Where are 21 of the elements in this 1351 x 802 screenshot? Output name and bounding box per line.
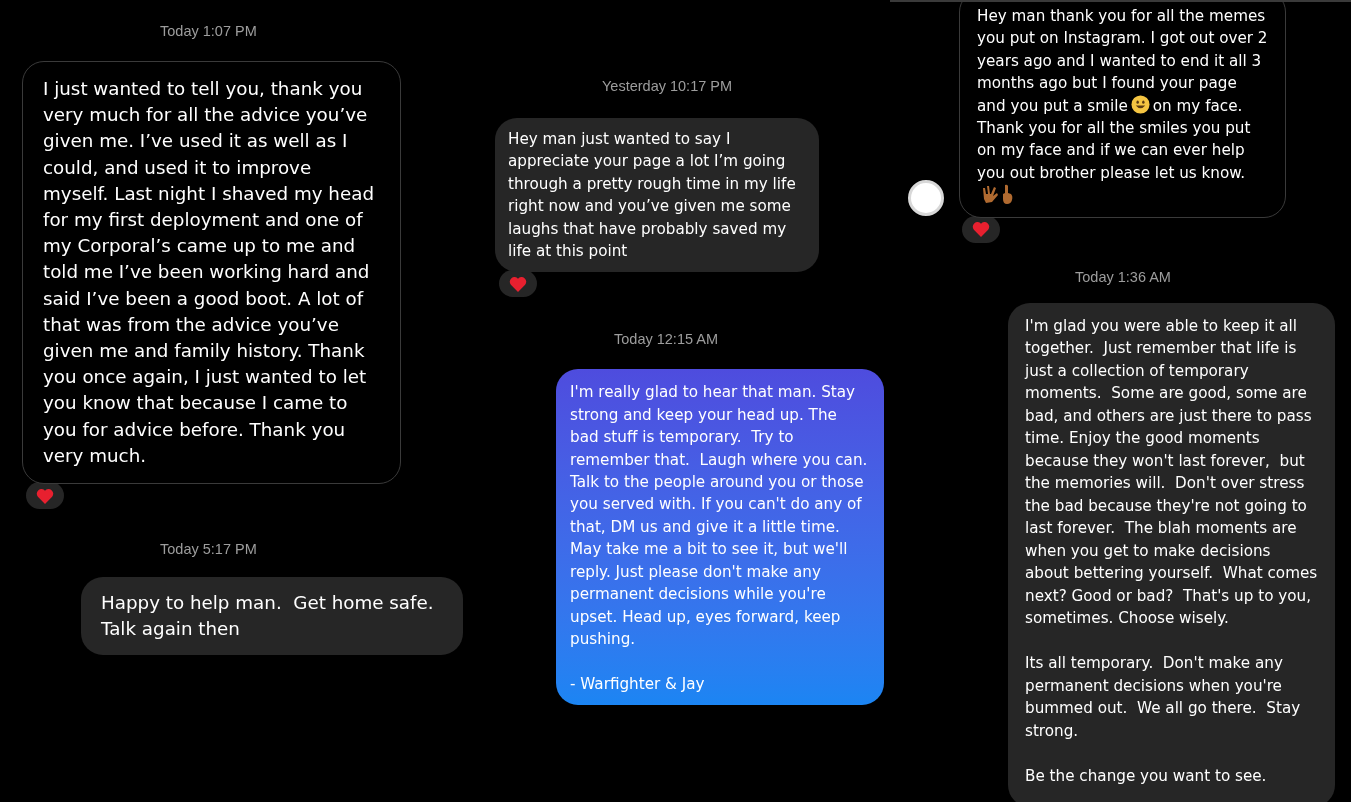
message-text: Hey man just wanted to say I appreciate your page a lot I’m going through a pretty rough time in my life right now and you’ve given me some laughs that have probably saved my life at this point <box>508 129 797 263</box>
message-text: Happy to help man. Get home safe. Talk again then <box>101 591 435 642</box>
timestamp: Today 1:07 PM <box>160 23 257 39</box>
heart-icon <box>509 275 527 292</box>
timestamp: Yesterday 10:17 PM <box>602 78 733 94</box>
message-text: I'm glad you were able to keep it all together. Just remember that life is just a collection of temporary moments. Some are good, some are bad, and others are just there to pass time. Enjoy the good moments because they won't last forever, but the memories will. Don't over stress the bad because they're not going to last forever. The blah moments are when you get to make decisions about bettering yourself. What comes next? Good or bad? That's up to you, sometimes. Choose wisely. Its all temporary. Don't make any permanent decisions when you're bummed out. We all go there. Stay strong. Be the change you want to see. <box>1025 315 1318 787</box>
smiley-emoji-icon <box>1130 94 1150 114</box>
message-text: I just wanted to tell you, thank you very much for all the advice you’ve given me. I’ve used it as well as I could, and used it to improve myself. Last night I shaved my head for my first deployment and one of my Corporal’s came up to me and told me I’ve been working hard and said I’ve been a good boot. A lot of that was from the advice you’ve given me and family history. Thank you once again, I just wanted to let you know that because I came to you for advice before. Thank you very much. <box>43 77 375 468</box>
avatar[interactable] <box>908 179 944 216</box>
timestamp: Today 12:15 AM <box>614 331 718 348</box>
heart-reaction[interactable] <box>26 482 64 510</box>
timestamp: Today 5:17 PM <box>160 541 257 558</box>
hand-gesture-icon <box>981 184 999 205</box>
message-text: I'm really glad to hear that man. Stay strong and keep your head up. The bad stuff is temporary. Try to remember that. Laugh where you can. Talk to the people around you or those you served with. If you can't do any of that, DM us and give it a little time. May take me a bit to see it, but we'll reply. Just please don't make any permanent decisions while you're upset. Head up, eyes forward, keep pushing. - Warfighter & Jay <box>570 382 869 695</box>
heart-icon <box>36 487 54 504</box>
timestamp: Today 1:36 AM <box>1075 268 1171 285</box>
heart-icon <box>972 221 990 238</box>
heart-reaction[interactable] <box>962 215 1000 243</box>
heart-reaction[interactable] <box>499 270 537 298</box>
message-text: Hey man thank you for all the memes you put on Instagram. I got out over 2 years ago and I wanted to end it all 3 months ago but I found your page and you put a smile on my face. Thank you for all the smiles you put on my face and if we can ever help you out brother please let us know. <box>977 5 1268 207</box>
pointing-hand-icon <box>1001 184 1013 205</box>
